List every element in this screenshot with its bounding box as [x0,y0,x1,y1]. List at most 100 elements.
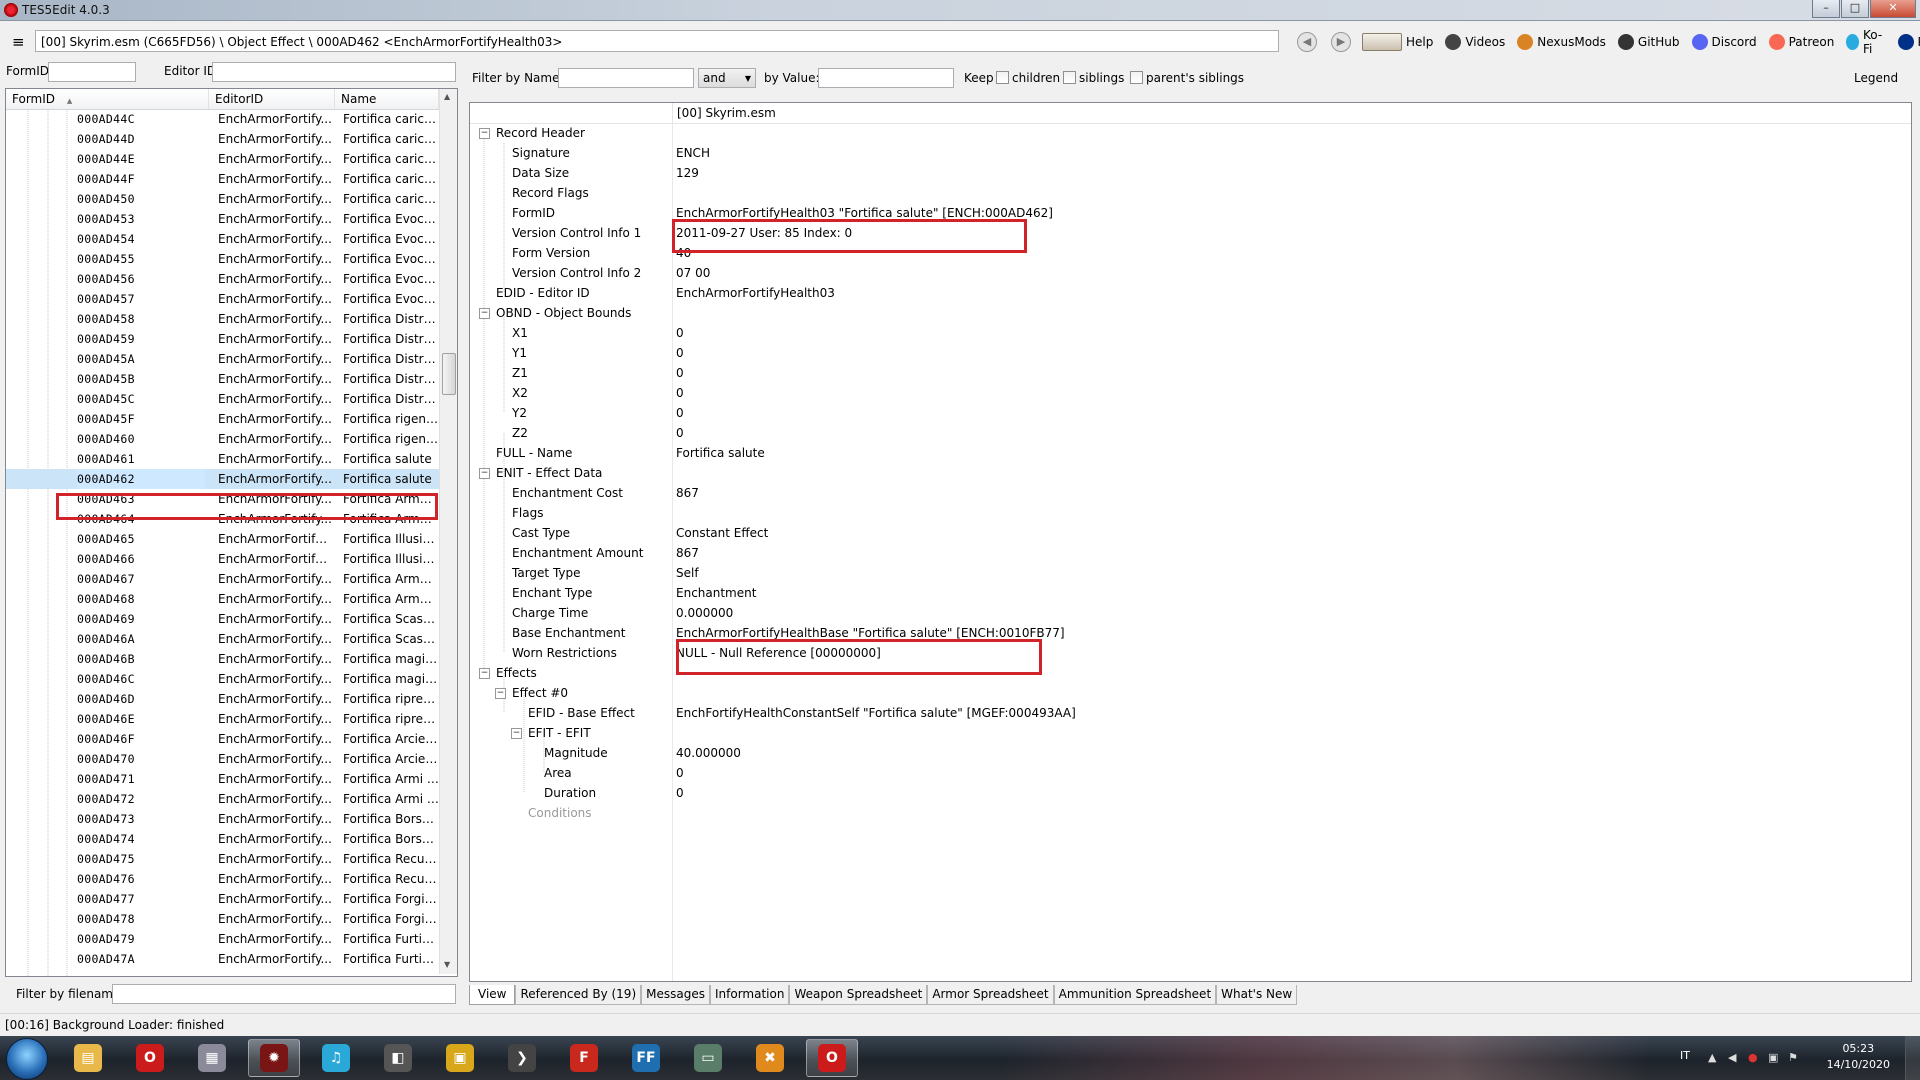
field-row[interactable]: X2 0 [470,383,1911,403]
keep-children-checkbox[interactable] [996,71,1009,84]
clock[interactable]: 05:23 14/10/2020 [1827,1041,1890,1073]
field-value[interactable]: Constant Effect [676,523,768,543]
field-row[interactable]: EFID - Base Effect EnchFortifyHealthConst… [470,703,1911,723]
editorid-search-input[interactable] [212,62,456,82]
record-row[interactable]: 000AD450 EnchArmorFortify... Fortifica car… [6,189,439,209]
field-value[interactable]: 0 [676,423,684,443]
field-row[interactable]: Conditions [470,803,1911,823]
field-value[interactable]: 129 [676,163,699,183]
legend-button[interactable]: Legend [1854,71,1898,85]
field-row[interactable]: − ENIT - Effect Data [470,463,1911,483]
tab-view[interactable]: View [469,985,516,1005]
record-row[interactable]: 000AD46B EnchArmorFortify... Fortifica mag… [6,649,439,669]
back-button[interactable]: ◀ [1297,32,1317,52]
column-header-formid[interactable]: FormID ▲ [6,89,209,109]
record-row[interactable]: 000AD472 EnchArmorFortify... Fortifica Arm… [6,789,439,809]
field-row[interactable]: Cast Type Constant Effect [470,523,1911,543]
record-row[interactable]: 000AD457 EnchArmorFortify... Fortifica Evo… [6,289,439,309]
taskbar-puzzle-app-button[interactable]: ✖ [744,1039,796,1077]
record-row[interactable]: 000AD45F EnchArmorFortify... Fortifica rig… [6,409,439,429]
field-value[interactable]: 0 [676,783,684,803]
record-row[interactable]: 000AD45A EnchArmorFortify... Fortifica Dis… [6,349,439,369]
field-row[interactable]: Duration 0 [470,783,1911,803]
record-row[interactable]: 000AD473 EnchArmorFortify... Fortifica Bor… [6,809,439,829]
field-value[interactable]: EnchArmorFortifyHealth03 [676,283,835,303]
field-value[interactable]: 0 [676,363,684,383]
field-row[interactable]: EDID - Editor ID EnchArmorFortifyHealth03 [470,283,1911,303]
field-value[interactable]: Fortifica salute [676,443,765,463]
field-value[interactable]: Self [676,563,699,583]
record-row[interactable]: 000AD46E EnchArmorFortify... Fortifica rip… [6,709,439,729]
record-row[interactable]: 000AD468 EnchArmorFortify... Fortifica Arm… [6,589,439,609]
link-videos[interactable]: Videos [1445,34,1505,50]
field-row[interactable]: − OBND - Object Bounds [470,303,1911,323]
record-list-scrollbar[interactable]: ▲ ▼ [439,89,457,974]
column-header-name[interactable]: Name [335,89,439,109]
record-row[interactable]: 000AD471 EnchArmorFortify... Fortifica Arm… [6,769,439,789]
record-row[interactable]: 000AD47A EnchArmorFortify... Fortifica Fur… [6,949,439,969]
record-path-field[interactable]: [00] Skyrim.esm (C665FD56) \ Object Effe… [35,30,1279,52]
field-row[interactable]: Version Control Info 2 07 00 [470,263,1911,283]
formid-search-input[interactable] [48,62,136,82]
record-row[interactable]: 000AD474 EnchArmorFortify... Fortifica Bor… [6,829,439,849]
collapse-toggle-icon[interactable]: − [495,688,506,699]
collapse-toggle-icon[interactable]: − [511,728,522,739]
taskbar-calculator-button[interactable]: ▦ [186,1039,238,1077]
record-row[interactable]: 000AD454 EnchArmorFortify... Fortifica Evo… [6,229,439,249]
taskbar-opera-button[interactable]: O [124,1039,176,1077]
record-row[interactable]: 000AD45B EnchArmorFortify... Fortifica Dis… [6,369,439,389]
record-row[interactable]: 000AD469 EnchArmorFortify... Fortifica Sca… [6,609,439,629]
field-row[interactable]: Flags [470,503,1911,523]
record-row[interactable]: 000AD459 EnchArmorFortify... Fortifica Dis… [6,329,439,349]
record-row[interactable]: 000AD456 EnchArmorFortify... Fortifica Evo… [6,269,439,289]
link-discord[interactable]: Discord [1691,34,1757,50]
scroll-up-icon[interactable]: ▲ [444,92,450,101]
field-value[interactable]: EnchFortifyHealthConstantSelf "Fortifica… [676,703,1076,723]
field-value[interactable]: Enchantment [676,583,756,603]
collapse-toggle-icon[interactable]: − [479,308,490,319]
field-value[interactable]: 0 [676,403,684,423]
plugin-column-title[interactable]: [00] Skyrim.esm [677,106,776,120]
record-row[interactable]: 000AD466 EnchArmorFortifyI... Fortifica Il… [6,549,439,569]
record-row[interactable]: 000AD44E EnchArmorFortify... Fortifica car… [6,149,439,169]
field-row[interactable]: Magnitude 40.000000 [470,743,1911,763]
field-row[interactable]: FULL - Name Fortifica salute [470,443,1911,463]
close-button[interactable]: ✕ [1870,0,1916,18]
language-indicator[interactable]: IT [1680,1049,1690,1062]
tab-what-s-new[interactable]: What's New [1216,985,1298,1005]
field-row[interactable]: X1 0 [470,323,1911,343]
tab-armor-spreadsheet[interactable]: Armor Spreadsheet [927,985,1054,1005]
taskbar-ffdec-button[interactable]: FF [620,1039,672,1077]
taskbar-explorer-button[interactable]: ▤ [62,1039,114,1077]
record-row[interactable]: 000AD455 EnchArmorFortify... Fortifica Evo… [6,249,439,269]
field-value[interactable]: 0 [676,763,684,783]
field-value[interactable]: 07 00 [676,263,710,283]
record-row[interactable]: 000AD44F EnchArmorFortify... Fortifica car… [6,169,439,189]
scroll-down-icon[interactable]: ▼ [444,960,450,969]
taskbar-tes5edit-button[interactable]: ✹ [248,1039,300,1077]
link-patreon[interactable]: Patreon [1768,34,1834,50]
record-row[interactable]: 000AD461 EnchArmorFortify... Fortifica sal… [6,449,439,469]
link-help[interactable]: Help [1362,33,1433,51]
field-row[interactable]: Area 0 [470,763,1911,783]
maximize-button[interactable]: □ [1841,0,1869,18]
field-row[interactable]: Y1 0 [470,343,1911,363]
record-row[interactable]: 000AD458 EnchArmorFortify... Fortifica Dis… [6,309,439,329]
field-row[interactable]: Signature ENCH [470,143,1911,163]
start-button[interactable] [6,1038,48,1080]
filter-name-input[interactable] [558,68,694,88]
field-row[interactable]: Record Flags [470,183,1911,203]
field-row[interactable]: Z1 0 [470,363,1911,383]
field-row[interactable]: Enchant Type Enchantment [470,583,1911,603]
field-row[interactable]: − EFIT - EFIT [470,723,1911,743]
column-header-editorid[interactable]: EditorID [209,89,335,109]
collapse-toggle-icon[interactable]: − [479,468,490,479]
record-row[interactable]: 000AD477 EnchArmorFortify... Fortifica For… [6,889,439,909]
field-value[interactable]: 0 [676,343,684,363]
tray-expand-icon[interactable]: ▲ [1708,1051,1720,1064]
collapse-toggle-icon[interactable]: − [479,128,490,139]
field-row[interactable]: Charge Time 0.000000 [470,603,1911,623]
filter-operator-select[interactable]: and ▼ [698,68,756,88]
network-icon[interactable]: ▣ [1768,1051,1780,1064]
tab-referenced-by-19[interactable]: Referenced By (19) [515,985,642,1005]
